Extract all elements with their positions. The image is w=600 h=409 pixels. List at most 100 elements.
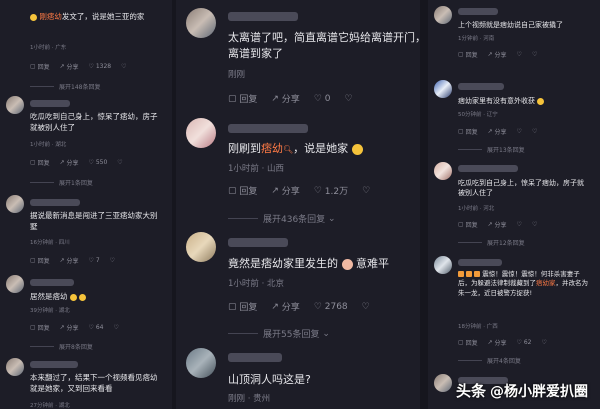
comment-text: 本来翻过了，结果下一个视频看见痞幼就是她家，又到回来看看 [30, 373, 158, 393]
comment-meta: 1小时前 · 湖北 [30, 142, 67, 148]
mention-link[interactable]: 痞幼家 [536, 279, 556, 287]
comment-panel-middle: 太离谱了吧，简直离谱它妈给离谱开门，离谱到家了 刚刚 ▢ 回复 ↗ 分享 ♡ 0… [176, 0, 420, 409]
dislike-button[interactable]: ♡ [117, 159, 122, 166]
share-button[interactable]: ↗ 分享 [488, 50, 507, 59]
username[interactable] [30, 100, 70, 107]
dislike-button[interactable]: ♡ [541, 339, 546, 346]
comment-text: 震惊！震惊！震惊！何非杀害妻子后，为躲避法律制裁藏到了痞幼家，并改名为朱一龙，近… [458, 270, 588, 297]
dislike-button[interactable]: ♡ [362, 302, 370, 312]
expand-replies-button[interactable]: 展开148条回复 [30, 82, 100, 91]
dislike-button[interactable]: ♡ [121, 63, 126, 70]
like-button[interactable]: ♡ 7 [89, 257, 100, 264]
reply-button[interactable]: ▢ 回复 [30, 62, 50, 71]
dislike-button[interactable]: ♡ [113, 324, 118, 331]
username[interactable] [458, 259, 502, 266]
expand-replies-button[interactable]: 展开12条回复 [458, 238, 525, 247]
username[interactable] [458, 165, 518, 172]
dislike-button[interactable]: ♡ [532, 128, 537, 135]
avatar[interactable] [186, 348, 216, 378]
reply-button[interactable]: ▢ 回复 [458, 127, 478, 136]
reply-button[interactable]: ▢ 回复 [458, 50, 478, 59]
reply-button[interactable]: ▢ 回复 [228, 184, 257, 198]
like-button[interactable]: ♡ [517, 51, 522, 58]
share-button[interactable]: ↗ 分享 [488, 127, 507, 136]
comment-meta: 1小时前 · 北京 [228, 279, 285, 289]
comment-text: 居然是痞幼 [30, 292, 160, 303]
reply-button[interactable]: ▢ 回复 [228, 300, 257, 314]
share-button[interactable]: ↗ 分享 [488, 338, 507, 347]
share-button[interactable]: ↗ 分享 [271, 92, 299, 106]
username[interactable] [458, 83, 504, 90]
share-icon: ↗ [59, 159, 67, 166]
expand-replies-button[interactable]: 展开8条回复 [30, 342, 93, 351]
reply-button[interactable]: ▢ 回复 [30, 323, 50, 332]
like-button[interactable]: ♡ 2768 [314, 302, 348, 312]
avatar[interactable] [434, 374, 452, 392]
like-button[interactable]: ♡ 550 [89, 159, 108, 166]
avatar[interactable] [434, 162, 452, 180]
username[interactable] [458, 8, 498, 15]
share-button[interactable]: ↗ 分享 [60, 323, 79, 332]
avatar[interactable] [434, 80, 452, 98]
share-icon: ↗ [271, 93, 282, 104]
dislike-button[interactable]: ♡ [362, 186, 370, 196]
pig-emoji-icon [341, 258, 353, 270]
share-button[interactable]: ↗ 分享 [488, 220, 507, 229]
username[interactable] [228, 12, 298, 21]
username[interactable] [30, 279, 74, 286]
username[interactable] [30, 361, 78, 368]
like-button[interactable]: ♡ 1.2万 [313, 184, 348, 198]
comment-meta: 刚刚 [228, 70, 246, 80]
avatar[interactable] [186, 232, 216, 262]
heart-icon: ♡ [516, 128, 522, 135]
avatar[interactable] [6, 96, 24, 114]
avatar[interactable] [186, 8, 216, 38]
username[interactable] [228, 353, 282, 362]
broken-heart-icon: ♡ [531, 51, 538, 58]
expand-replies-button[interactable]: 展开55条回复 ⌄ [228, 327, 330, 340]
mention-link[interactable]: 痞幼 [261, 142, 283, 155]
comment-text: 吃瓜吃到自己身上，惊呆了痞幼，房子就被别人住了 [30, 112, 158, 132]
username[interactable] [228, 124, 308, 133]
comment-meta: 16分钟前 · 四川 [30, 240, 70, 246]
avatar[interactable] [434, 6, 452, 24]
share-button[interactable]: ↗ 分享 [60, 158, 79, 167]
dislike-button[interactable]: ♡ [344, 94, 352, 104]
like-button[interactable]: ♡ [517, 221, 522, 228]
username[interactable] [30, 199, 80, 206]
heart-icon: ♡ [313, 301, 325, 312]
share-button[interactable]: ↗ 分享 [271, 184, 299, 198]
mention-link[interactable]: 刚痞幼 [39, 12, 62, 21]
expand-replies-button[interactable]: 展开13条回复 [458, 145, 525, 154]
reply-button[interactable]: ▢ 回复 [30, 158, 50, 167]
avatar[interactable] [186, 118, 216, 148]
like-button[interactable]: ♡ 62 [517, 339, 532, 346]
heart-icon: ♡ [313, 185, 325, 196]
comment-text: 刚痞幼发文了，说是她三亚的家 [30, 12, 160, 23]
expand-replies-button[interactable]: 展开4条回复 [458, 356, 521, 365]
avatar[interactable] [6, 195, 24, 213]
reply-button[interactable]: ▢ 回复 [458, 338, 478, 347]
like-button[interactable]: ♡ 1328 [89, 63, 112, 70]
reply-button[interactable]: ▢ 回复 [228, 92, 257, 106]
avatar[interactable] [6, 358, 24, 376]
expand-replies-button[interactable]: 展开1条回复 [30, 178, 93, 187]
like-button[interactable]: ♡ 64 [89, 324, 104, 331]
reply-button[interactable]: ▢ 回复 [458, 220, 478, 229]
avatar[interactable] [6, 275, 24, 293]
share-button[interactable]: ↗ 分享 [271, 300, 299, 314]
dislike-button[interactable]: ♡ [532, 221, 537, 228]
grin-emoji-icon [537, 97, 545, 105]
dislike-button[interactable]: ♡ [110, 257, 115, 264]
like-button[interactable]: ♡ [517, 128, 522, 135]
share-button[interactable]: ↗ 分享 [60, 62, 79, 71]
expand-replies-button[interactable]: 展开436条回复 ⌄ [228, 212, 336, 225]
avatar[interactable] [434, 256, 452, 274]
share-button[interactable]: ↗ 分享 [60, 256, 79, 265]
comment-meta: 18分钟前 · 广西 [458, 324, 498, 330]
like-button[interactable]: ♡ 0 [314, 94, 331, 104]
broken-heart-icon: ♡ [113, 324, 119, 331]
username[interactable] [228, 238, 288, 247]
dislike-button[interactable]: ♡ [532, 51, 537, 58]
reply-button[interactable]: ▢ 回复 [30, 256, 50, 265]
